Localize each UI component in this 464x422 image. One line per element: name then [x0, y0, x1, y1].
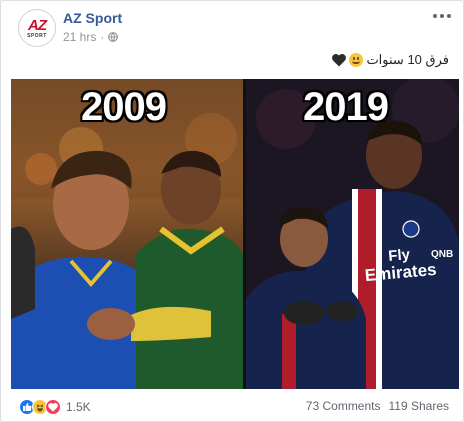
post-timestamp[interactable]: 21 hrs	[63, 30, 96, 44]
avatar-logo-sub: SPORT	[27, 32, 47, 39]
globe-icon[interactable]	[108, 32, 119, 42]
photo-panel-2019: 2019 Fly Emirates QNB	[246, 79, 459, 389]
page-name-link[interactable]: AZ Sport	[63, 10, 122, 26]
post-caption: فرق 10 سنوات	[332, 52, 449, 68]
love-icon	[45, 399, 61, 415]
post-card: AZ SPORT AZ Sport 21 hrs · فرق 10 سنوات	[0, 0, 464, 422]
black-heart-icon	[332, 53, 347, 66]
post-photo[interactable]: 2009 2019 Fly Emirates QNB	[11, 79, 459, 389]
smiling-face-icon	[349, 53, 364, 67]
reaction-summary[interactable]: 1.5K	[19, 399, 91, 415]
comments-count-link[interactable]: 73 Comments	[306, 399, 381, 413]
year-label-2019: 2019	[303, 85, 389, 129]
caption-text: فرق 10 سنوات	[366, 52, 449, 67]
meta-separator: ·	[100, 30, 105, 44]
page-avatar[interactable]: AZ SPORT	[18, 9, 56, 47]
engagement-stats: 73 Comments 119 Shares	[306, 399, 449, 413]
photo-panel-2009: 2009	[11, 79, 243, 389]
reaction-count[interactable]: 1.5K	[66, 400, 91, 414]
year-label-2009: 2009	[81, 85, 167, 129]
shares-count-link[interactable]: 119 Shares	[389, 399, 450, 413]
jersey-sleeve-sponsor: QNB	[431, 249, 454, 260]
avatar-logo-mark: AZ	[28, 16, 47, 34]
more-options-icon[interactable]	[433, 11, 451, 21]
post-meta: 21 hrs ·	[63, 30, 119, 44]
jersey-sponsor-text: Fly Emirates	[363, 244, 437, 285]
